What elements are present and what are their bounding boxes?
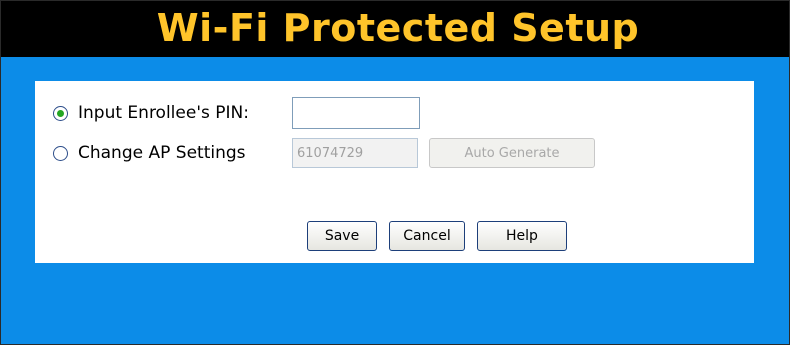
auto-generate-button: Auto Generate (429, 138, 595, 168)
enrollee-pin-input[interactable] (292, 97, 420, 129)
save-button[interactable]: Save (307, 221, 377, 251)
change-ap-settings-label: Change AP Settings (78, 143, 246, 163)
change-ap-settings-row: Change AP Settings Auto Generate (53, 137, 595, 169)
wps-page: Wi-Fi Protected Setup Input Enrollee's P… (0, 0, 790, 345)
action-buttons: Save Cancel Help (307, 221, 567, 251)
page-title: Wi-Fi Protected Setup (156, 6, 640, 50)
ap-pin-input (292, 138, 418, 168)
wps-settings-panel: Input Enrollee's PIN: Change AP Settings… (35, 81, 754, 263)
enrollee-pin-radio[interactable] (53, 105, 68, 121)
title-bar: Wi-Fi Protected Setup (1, 1, 789, 57)
enrollee-pin-label: Input Enrollee's PIN: (78, 103, 249, 123)
change-ap-settings-radio[interactable] (53, 145, 68, 161)
enrollee-pin-row: Input Enrollee's PIN: (53, 97, 420, 129)
help-button[interactable]: Help (477, 221, 567, 251)
cancel-button[interactable]: Cancel (389, 221, 465, 251)
